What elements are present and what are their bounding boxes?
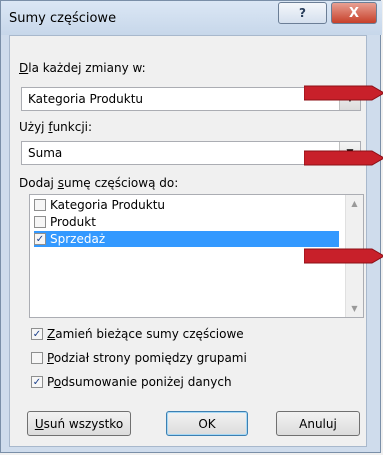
group-by-label: Dla każdej zmiany w: bbox=[19, 61, 146, 75]
checkbox[interactable] bbox=[31, 352, 43, 364]
checkbox[interactable] bbox=[34, 199, 46, 211]
scroll-up-icon[interactable]: ▲ bbox=[346, 195, 363, 212]
annotation-arrow-icon bbox=[304, 150, 383, 166]
check-icon[interactable]: ✓ bbox=[31, 328, 43, 340]
title-bar: Sumy częściowe ? X bbox=[1, 1, 382, 35]
close-icon: X bbox=[348, 5, 360, 21]
summary-below-option[interactable]: ✓ Podsumowanie poniżej danych bbox=[31, 375, 232, 389]
help-button[interactable]: ? bbox=[278, 2, 327, 24]
help-icon: ? bbox=[299, 6, 306, 20]
function-value: Suma bbox=[28, 146, 63, 160]
cancel-button[interactable]: Anuluj bbox=[276, 411, 360, 436]
checkbox[interactable] bbox=[34, 216, 46, 228]
remove-all-button[interactable]: Usuń wszystko bbox=[27, 411, 131, 436]
close-button[interactable]: X bbox=[331, 2, 377, 24]
page-break-option[interactable]: Podział strony pomiędzy grupami bbox=[31, 351, 247, 365]
list-item[interactable]: Produkt bbox=[34, 214, 339, 230]
check-icon[interactable]: ✓ bbox=[34, 233, 46, 245]
function-label: Użyj funkcji: bbox=[19, 120, 93, 134]
check-icon[interactable]: ✓ bbox=[31, 376, 43, 388]
ok-button[interactable]: OK bbox=[166, 411, 248, 436]
group-by-value: Kategoria Produktu bbox=[28, 92, 144, 106]
add-subtotal-label: Dodaj sumę częściową do: bbox=[19, 176, 179, 190]
replace-subtotals-option[interactable]: ✓ Zamień bieżące sumy częściowe bbox=[31, 327, 244, 341]
scroll-down-icon[interactable]: ▼ bbox=[346, 300, 363, 317]
list-item[interactable]: Kategoria Produktu bbox=[34, 197, 339, 213]
subtotals-dialog: Sumy częściowe ? X Dla każdej zmiany w: … bbox=[0, 0, 383, 453]
list-item-selected[interactable]: ✓ Sprzedaż bbox=[34, 231, 339, 247]
annotation-arrow-icon bbox=[304, 248, 383, 264]
dialog-title: Sumy częściowe bbox=[9, 11, 117, 26]
annotation-arrow-icon bbox=[304, 85, 383, 101]
